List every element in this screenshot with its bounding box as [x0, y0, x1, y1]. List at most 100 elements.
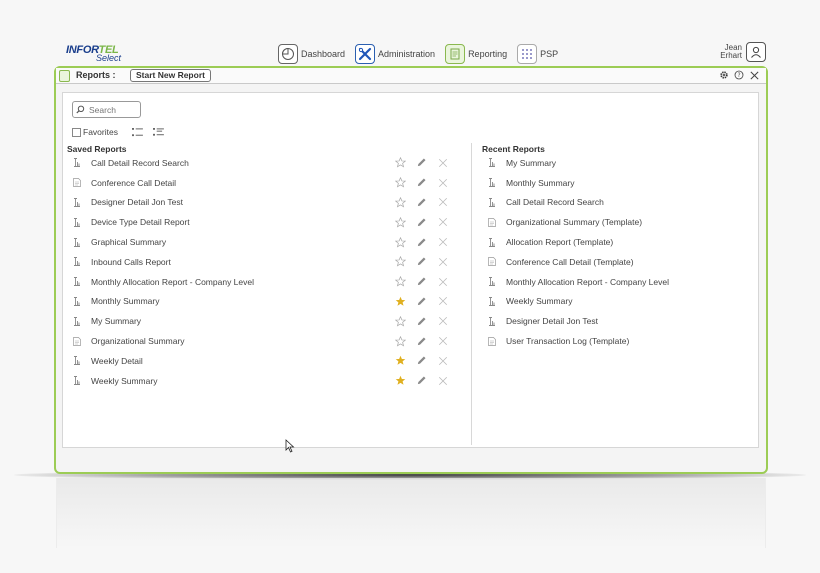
saved-report-label[interactable]: Designer Detail Jon Test: [91, 197, 183, 207]
recent-report-label[interactable]: User Transaction Log (Template): [506, 336, 629, 346]
designer-report-icon: [489, 297, 495, 306]
pencil-icon[interactable]: [416, 217, 427, 228]
recent-report-row[interactable]: Monthly Summary: [488, 173, 748, 193]
list-view-icon[interactable]: [132, 127, 143, 137]
help-icon[interactable]: ?: [733, 69, 745, 81]
pencil-icon[interactable]: [416, 237, 427, 248]
app-header: INFORTEL Select Dashboard Administration…: [56, 40, 768, 68]
nav-reporting[interactable]: Reporting: [445, 44, 507, 64]
delete-x-icon[interactable]: [437, 157, 448, 168]
saved-report-label[interactable]: Call Detail Record Search: [91, 158, 189, 168]
star-icon[interactable]: [395, 177, 406, 188]
star-filled-icon[interactable]: [395, 296, 406, 307]
saved-report-row[interactable]: Monthly Summary: [73, 292, 463, 312]
saved-report-label[interactable]: Weekly Summary: [91, 376, 157, 386]
recent-report-row[interactable]: Organizational Summary (Template): [488, 212, 748, 232]
saved-report-row[interactable]: Designer Detail Jon Test: [73, 193, 463, 213]
saved-report-label[interactable]: Device Type Detail Report: [91, 217, 190, 227]
saved-report-label[interactable]: Graphical Summary: [91, 237, 166, 247]
recent-report-label[interactable]: Allocation Report (Template): [506, 237, 613, 247]
pencil-icon[interactable]: [416, 177, 427, 188]
pencil-icon[interactable]: [416, 157, 427, 168]
designer-report-icon: [74, 356, 80, 366]
star-icon[interactable]: [395, 236, 406, 248]
detail-view-icon[interactable]: [153, 127, 164, 137]
recent-report-row[interactable]: My Summary: [488, 153, 748, 173]
delete-x-icon[interactable]: [437, 296, 448, 307]
delete-x-icon[interactable]: [437, 197, 448, 208]
mouse-cursor-icon: [285, 439, 295, 453]
saved-report-row[interactable]: My Summary: [73, 311, 463, 331]
star-icon[interactable]: [395, 216, 406, 228]
recent-report-label[interactable]: Monthly Summary: [506, 178, 575, 188]
pencil-icon[interactable]: [416, 355, 427, 366]
delete-x-icon[interactable]: [437, 355, 448, 366]
star-icon[interactable]: [395, 276, 406, 287]
pencil-icon[interactable]: [416, 296, 427, 307]
pencil-icon[interactable]: [416, 197, 427, 208]
recent-report-row[interactable]: Designer Detail Jon Test: [488, 311, 748, 331]
saved-report-label[interactable]: Conference Call Detail: [91, 178, 176, 188]
favorites-filter-row: Favorites: [72, 127, 174, 137]
saved-report-label[interactable]: Monthly Summary: [91, 296, 160, 306]
pencil-icon[interactable]: [416, 316, 427, 327]
delete-x-icon[interactable]: [437, 375, 448, 386]
delete-x-icon[interactable]: [437, 237, 448, 248]
pencil-icon[interactable]: [416, 276, 427, 287]
delete-x-icon[interactable]: [437, 276, 448, 287]
recent-report-row[interactable]: User Transaction Log (Template): [488, 331, 748, 351]
recent-report-row[interactable]: Monthly Allocation Report - Company Leve…: [488, 272, 748, 292]
saved-report-label[interactable]: Organizational Summary: [91, 336, 185, 346]
delete-x-icon[interactable]: [437, 177, 448, 188]
saved-report-row[interactable]: Device Type Detail Report: [73, 212, 463, 232]
saved-report-label[interactable]: My Summary: [91, 316, 141, 326]
start-new-report-button[interactable]: Start New Report: [130, 69, 211, 82]
saved-report-label[interactable]: Weekly Detail: [91, 356, 143, 366]
designer-report-icon: [74, 277, 80, 287]
recent-report-label[interactable]: Monthly Allocation Report - Company Leve…: [506, 277, 669, 287]
recent-report-row[interactable]: Conference Call Detail (Template): [488, 252, 748, 272]
recent-report-label[interactable]: Conference Call Detail (Template): [506, 257, 634, 267]
star-filled-icon[interactable]: [395, 355, 406, 366]
pencil-icon[interactable]: [416, 256, 427, 267]
infortel-logo[interactable]: INFORTEL Select: [66, 44, 136, 66]
recent-report-row[interactable]: Call Detail Record Search: [488, 193, 748, 213]
template-report-icon: [73, 336, 81, 346]
gear-icon[interactable]: [718, 69, 730, 81]
star-icon[interactable]: [395, 196, 406, 208]
close-icon[interactable]: [748, 69, 760, 81]
saved-report-row[interactable]: Inbound Calls Report: [73, 252, 463, 272]
delete-x-icon[interactable]: [437, 336, 448, 347]
favorites-checkbox[interactable]: [72, 127, 81, 137]
delete-x-icon[interactable]: [437, 316, 448, 327]
recent-report-row[interactable]: Allocation Report (Template): [488, 232, 748, 252]
recent-report-label[interactable]: My Summary: [506, 158, 556, 168]
pencil-icon[interactable]: [416, 336, 427, 347]
nav-administration[interactable]: Administration: [355, 44, 435, 64]
saved-report-row[interactable]: Weekly Detail: [73, 351, 463, 371]
nav-psp[interactable]: PSP: [517, 44, 558, 64]
saved-report-label[interactable]: Monthly Allocation Report - Company Leve…: [91, 277, 254, 287]
saved-report-row[interactable]: Organizational Summary: [73, 331, 463, 351]
recent-report-label[interactable]: Weekly Summary: [506, 296, 572, 306]
star-icon[interactable]: [395, 256, 406, 267]
saved-report-row[interactable]: Graphical Summary: [73, 232, 463, 252]
star-icon[interactable]: [395, 157, 406, 168]
saved-report-row[interactable]: Conference Call Detail: [73, 173, 463, 193]
delete-x-icon[interactable]: [437, 256, 448, 267]
recent-report-label[interactable]: Designer Detail Jon Test: [506, 316, 598, 326]
saved-report-row[interactable]: Monthly Allocation Report - Company Leve…: [73, 272, 463, 292]
user-menu[interactable]: Jean Erhart: [720, 42, 766, 62]
saved-report-row[interactable]: Weekly Summary: [73, 371, 463, 391]
star-icon[interactable]: [395, 315, 406, 327]
recent-report-row[interactable]: Weekly Summary: [488, 292, 748, 312]
delete-x-icon[interactable]: [437, 217, 448, 228]
saved-report-label[interactable]: Inbound Calls Report: [91, 257, 171, 267]
pencil-icon[interactable]: [416, 375, 427, 386]
recent-report-label[interactable]: Organizational Summary (Template): [506, 217, 642, 227]
star-icon[interactable]: [395, 335, 406, 347]
nav-dashboard[interactable]: Dashboard: [278, 44, 345, 64]
star-filled-icon[interactable]: [395, 375, 406, 386]
saved-report-row[interactable]: Call Detail Record Search: [73, 153, 463, 173]
recent-report-label[interactable]: Call Detail Record Search: [506, 197, 604, 207]
